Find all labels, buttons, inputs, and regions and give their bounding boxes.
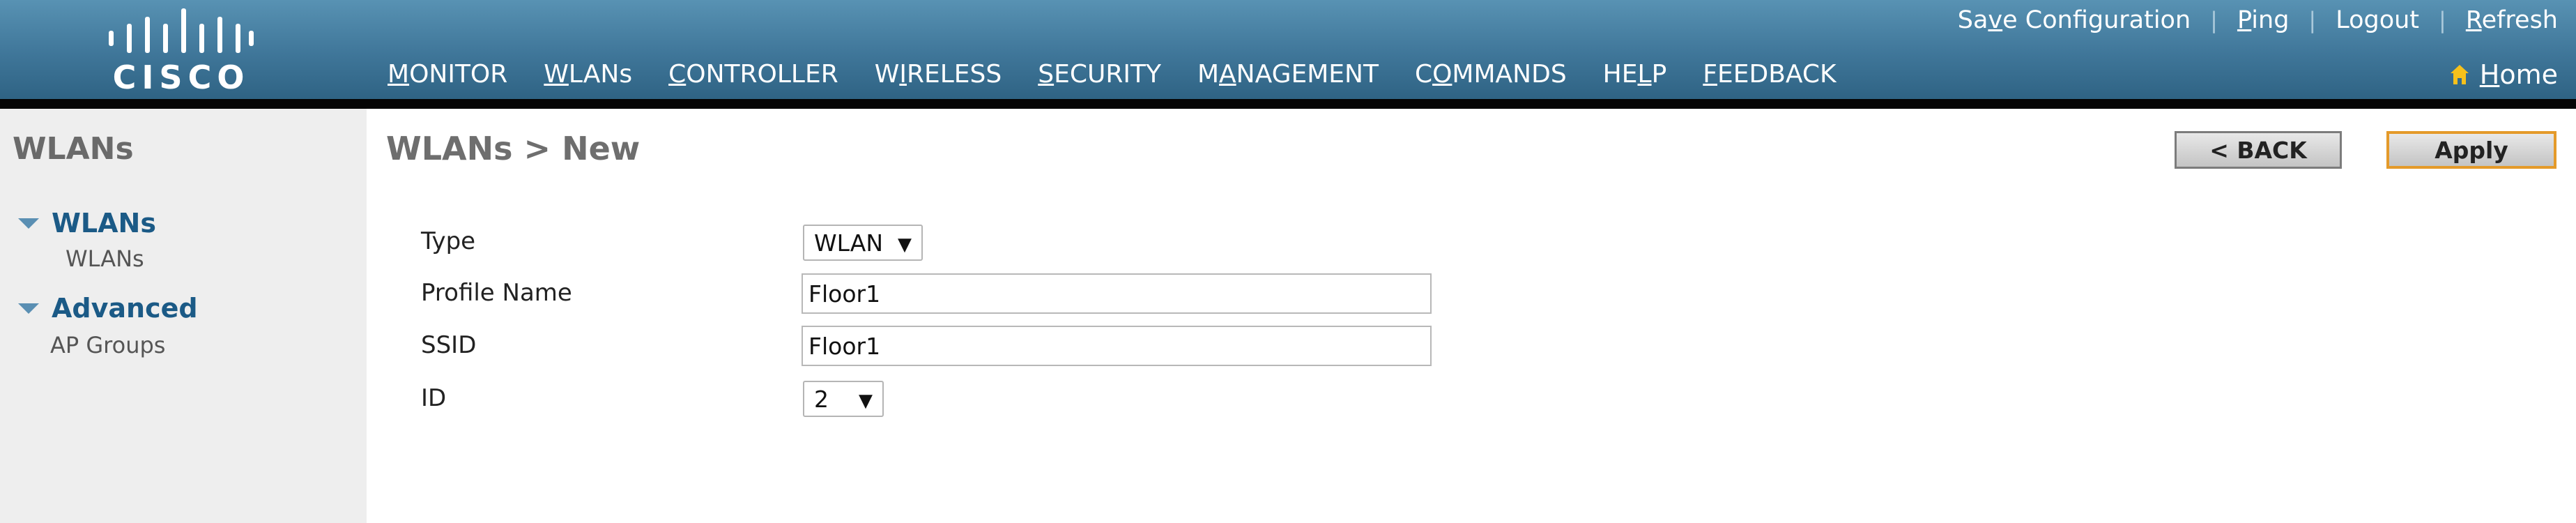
sidebar: WLANs WLANs WLANs Advanced AP Groups xyxy=(0,109,367,523)
id-select[interactable]: 2 ▼ xyxy=(803,381,884,417)
nav-feedback[interactable]: FEEDBACK xyxy=(1685,52,1854,99)
nav-controller[interactable]: CONTROLLER xyxy=(650,52,857,99)
sidebar-item-ap-groups[interactable]: AP Groups xyxy=(50,332,165,358)
nav-management[interactable]: MANAGEMENT xyxy=(1179,52,1397,99)
sidebar-group-advanced[interactable]: Advanced xyxy=(18,293,198,324)
nav-wlans[interactable]: WLANs xyxy=(526,52,650,109)
expand-triangle-icon xyxy=(18,218,39,229)
header-bar: CISCO Save Configuration | Ping | Logout… xyxy=(0,0,2576,109)
ping-link[interactable]: Ping xyxy=(2237,6,2289,34)
apply-button[interactable]: Apply xyxy=(2386,131,2556,169)
cisco-logo: CISCO xyxy=(105,8,258,96)
nav-monitor[interactable]: MONITOR xyxy=(369,52,526,99)
separator: | xyxy=(2210,7,2218,33)
separator: | xyxy=(2308,7,2317,33)
main-nav: MONITOR WLANs CONTROLLER WIRELESS SECURI… xyxy=(369,52,1855,109)
home-icon xyxy=(2450,65,2469,84)
nav-help[interactable]: HELP xyxy=(1585,52,1685,99)
nav-wireless[interactable]: WIRELESS xyxy=(857,52,1020,99)
logout-link[interactable]: Logout xyxy=(2336,6,2419,34)
type-select[interactable]: WLAN ▼ xyxy=(803,225,923,261)
save-configuration-link[interactable]: Save Configuration xyxy=(1958,6,2191,34)
header-divider xyxy=(0,99,2576,109)
type-label: Type xyxy=(421,227,476,255)
profile-name-input[interactable] xyxy=(802,273,1432,314)
cisco-bars-icon xyxy=(109,8,254,53)
refresh-link[interactable]: Refresh xyxy=(2466,6,2558,34)
id-label: ID xyxy=(421,384,447,412)
page-title: WLANs > New xyxy=(386,130,641,167)
ssid-label: SSID xyxy=(421,331,477,359)
profile-name-label: Profile Name xyxy=(421,279,572,307)
cisco-wordmark: CISCO xyxy=(112,59,250,96)
expand-triangle-icon xyxy=(18,303,39,314)
ssid-input[interactable] xyxy=(802,326,1432,366)
back-button[interactable]: < BACK xyxy=(2175,131,2342,169)
utility-links: Save Configuration | Ping | Logout | Ref… xyxy=(1958,3,2558,38)
sidebar-item-wlans[interactable]: WLANs xyxy=(66,245,144,272)
dropdown-arrow-icon: ▼ xyxy=(898,234,912,255)
home-link[interactable]: Home xyxy=(2449,57,2558,92)
nav-commands[interactable]: COMMANDS xyxy=(1397,52,1585,99)
sidebar-title: WLANs xyxy=(13,131,134,167)
separator: | xyxy=(2439,7,2446,33)
nav-security[interactable]: SECURITY xyxy=(1020,52,1179,99)
sidebar-group-wlans[interactable]: WLANs xyxy=(18,208,156,238)
dropdown-arrow-icon: ▼ xyxy=(859,391,873,411)
